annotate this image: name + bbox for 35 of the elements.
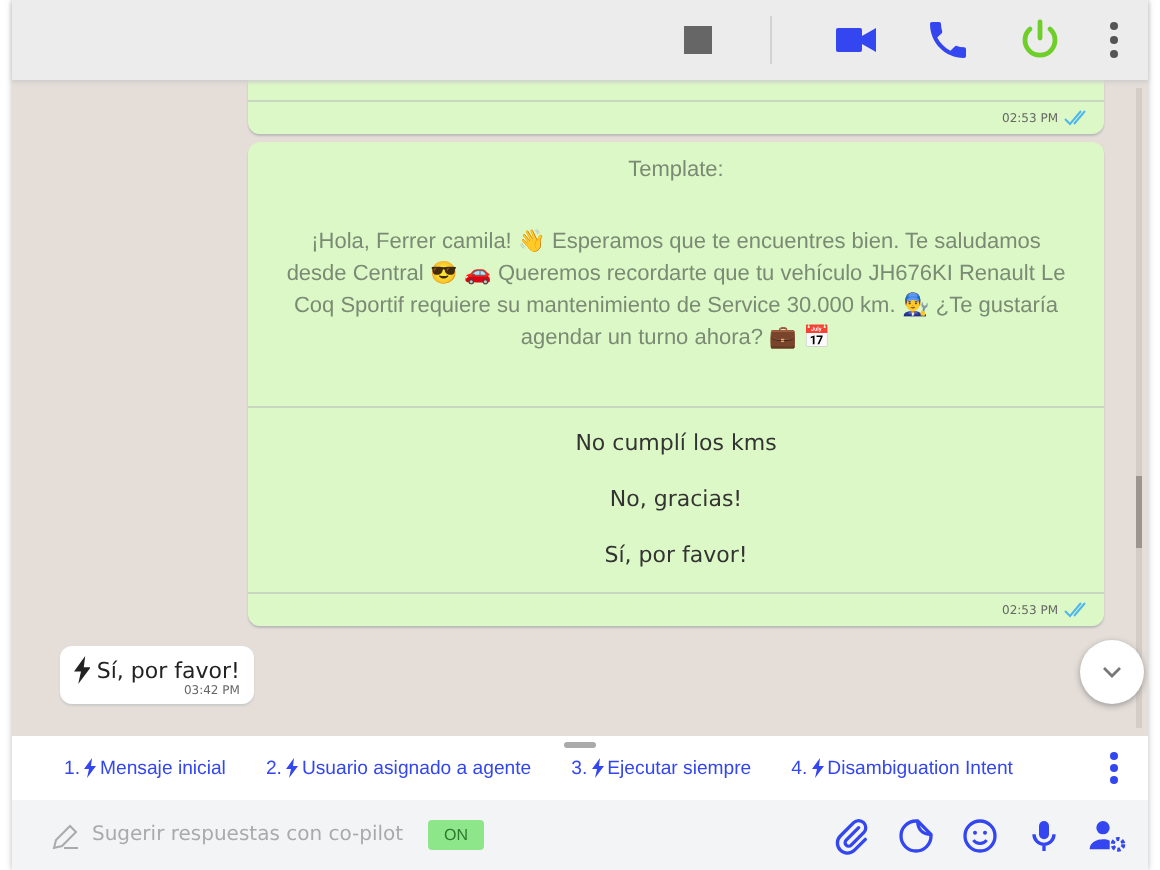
paperclip-icon (832, 815, 872, 855)
quick-reply-button[interactable]: 3. Ejecutar siempre (571, 757, 752, 779)
quick-reply-button[interactable]: 2. Usuario asignado a agente (265, 757, 532, 779)
emoji-icon (960, 815, 1000, 855)
reply-option[interactable]: No, gracias! (248, 472, 1104, 528)
drag-handle[interactable] (564, 742, 596, 748)
suggestion-field[interactable]: Sugerir respuestas con co-pilot (92, 824, 412, 846)
phone-icon (924, 16, 972, 64)
reply-option[interactable]: Sí, por favor! (248, 528, 1104, 584)
pencil-icon (52, 821, 80, 849)
attach-button[interactable] (832, 815, 872, 855)
more-button[interactable] (1108, 16, 1120, 64)
sticker-button[interactable] (896, 815, 936, 855)
more-button[interactable] (1108, 750, 1120, 786)
template-title: Template: (626, 156, 726, 182)
phone-button[interactable] (924, 16, 972, 64)
copilot-toggle[interactable]: ON (428, 820, 484, 850)
quick-reply-button[interactable]: 4. Disambiguation Intent (791, 757, 1013, 779)
lightning-icon (811, 758, 824, 778)
scrollbar-thumb[interactable] (1136, 476, 1142, 548)
chevron-down-icon (1100, 664, 1124, 680)
reply-option[interactable]: No cumplí los kms (248, 416, 1104, 472)
user-settings-icon (1088, 815, 1128, 855)
agent-settings-button[interactable] (1088, 815, 1128, 855)
more-icon (1108, 20, 1120, 60)
lightning-icon (591, 758, 604, 778)
sticker-icon (896, 815, 936, 855)
message-text: ¡Hola, Ferrer camila! 👋 Esperamos que te encuentres bien. Te saludamos desde Central 😎 🚗 Queremos recordarte que tu vehículo JH676KI Renault Le Coq Sportif requiere su mantenimiento de Service 30.000 km. 👨‍🔧 ¿Te gustaría agendar un turno ahora? 💼 📅 (284, 227, 1068, 354)
lightning-icon (74, 656, 91, 684)
lightning-icon (285, 758, 298, 778)
more-icon (1108, 750, 1120, 786)
quick-reply-button[interactable]: 1. Mensaje inicial (64, 757, 226, 779)
lightning-icon (84, 758, 97, 778)
message-text: Sí, por favor! (96, 657, 240, 683)
emoji-button[interactable] (960, 815, 1000, 855)
